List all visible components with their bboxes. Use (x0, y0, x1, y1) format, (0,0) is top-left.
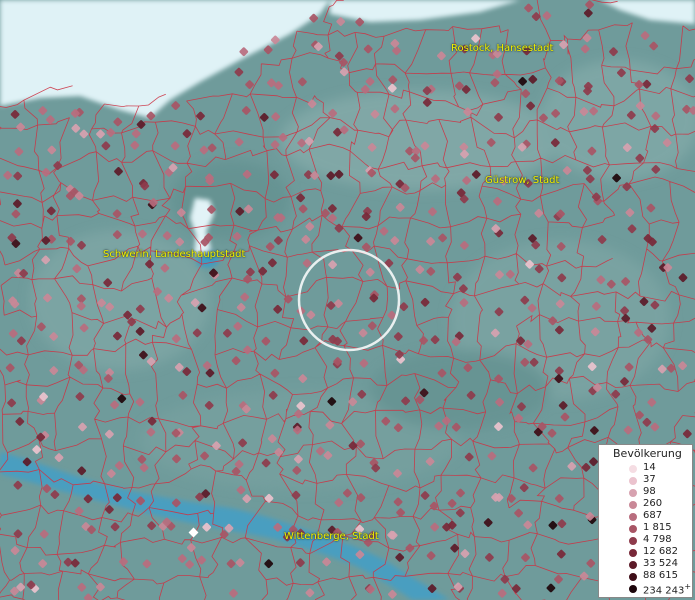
legend-swatch (629, 573, 637, 581)
legend-label: 687 (643, 510, 663, 521)
legend: Bevölkerung 14 37 98 260 687 1 815 4 798… (598, 444, 693, 598)
legend-swatch (629, 489, 637, 497)
map-view[interactable]: Rostock, Hansestadt Güstrow, Stadt Schwe… (0, 0, 695, 600)
place-label-guestrow[interactable]: Güstrow, Stadt (485, 175, 559, 186)
legend-label: 88 615 (643, 570, 678, 581)
legend-swatch (629, 561, 637, 569)
legend-swatch (629, 549, 637, 557)
legend-label-value: 234 243 (643, 585, 685, 597)
legend-swatch (629, 537, 637, 545)
legend-label: 14 (643, 462, 656, 473)
place-label-rostock[interactable]: Rostock, Hansestadt (451, 43, 553, 54)
legend-row: 234 243+ (599, 582, 694, 596)
legend-swatch (629, 585, 637, 593)
legend-label: 12 682 (643, 546, 678, 557)
legend-label: 37 (643, 474, 656, 485)
place-label-wittenberge[interactable]: Wittenberge, Stadt (284, 531, 379, 542)
legend-swatch (629, 513, 637, 521)
place-label-schwerin[interactable]: Schwerin, Landeshauptstadt (103, 249, 245, 260)
legend-label: 1 815 (643, 522, 672, 533)
legend-label: 98 (643, 486, 656, 497)
legend-swatch (629, 465, 637, 473)
legend-label: 234 243+ (643, 582, 691, 596)
legend-swatch (629, 501, 637, 509)
legend-label: 260 (643, 498, 663, 509)
legend-swatch (629, 525, 637, 533)
legend-overflow-mark: + (684, 582, 692, 591)
map-canvas[interactable] (0, 0, 695, 600)
legend-label: 4 798 (643, 534, 672, 545)
legend-swatch (629, 477, 637, 485)
legend-label: 33 524 (643, 558, 678, 569)
legend-title: Bevölkerung (613, 447, 682, 460)
